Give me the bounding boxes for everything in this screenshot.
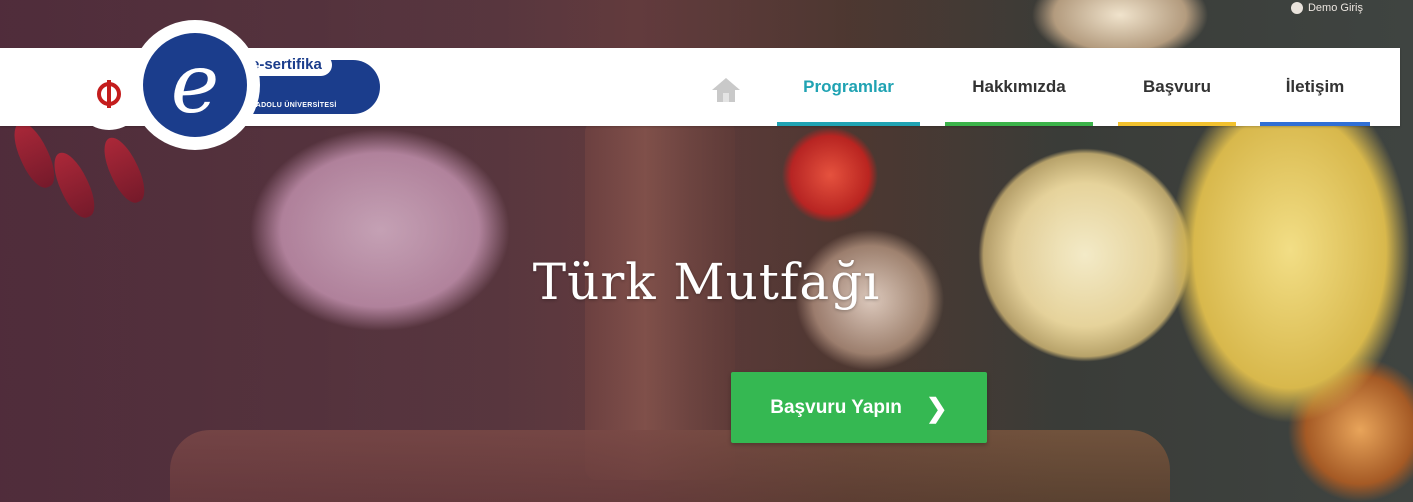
home-icon bbox=[712, 78, 740, 102]
nav-basvuru-underline bbox=[1118, 122, 1236, 126]
home-button[interactable] bbox=[710, 76, 742, 104]
demo-login-label: Demo Giriş bbox=[1307, 2, 1363, 14]
nav-programlar[interactable]: Programlar bbox=[777, 48, 920, 126]
nav-iletisim[interactable]: İletişim bbox=[1260, 48, 1370, 126]
nav-programlar-underline bbox=[777, 122, 920, 126]
demo-login-link[interactable]: Demo Giriş bbox=[1290, 2, 1363, 14]
site-logo[interactable]: e-sertifika ANADOLU ÜNİVERSİTESİ e bbox=[75, 20, 395, 150]
nav-basvuru[interactable]: Başvuru bbox=[1118, 48, 1236, 126]
nav-iletisim-underline bbox=[1260, 122, 1370, 126]
apply-button-label: Başvuru Yapın bbox=[770, 396, 902, 418]
nav-programlar-label: Programlar bbox=[803, 77, 894, 96]
logo-circle: e bbox=[130, 20, 260, 150]
nav-basvuru-label: Başvuru bbox=[1142, 77, 1212, 96]
logo-university-text: ANADOLU ÜNİVERSİTESİ bbox=[245, 102, 337, 109]
chevron-right-icon: ❯ bbox=[925, 392, 948, 423]
user-icon bbox=[1290, 2, 1303, 14]
nav-hakkimizda-underline bbox=[945, 122, 1093, 126]
logo-letter: e bbox=[143, 33, 247, 137]
apply-button[interactable]: Başvuru Yapın ❯ bbox=[731, 372, 987, 443]
hero-title: Türk Mutfağı bbox=[532, 253, 881, 311]
nav-hakkimizda-label: Hakkımızda bbox=[972, 77, 1066, 96]
nav-hakkimizda[interactable]: Hakkımızda bbox=[945, 48, 1093, 126]
nav-iletisim-label: İletişim bbox=[1285, 77, 1345, 96]
